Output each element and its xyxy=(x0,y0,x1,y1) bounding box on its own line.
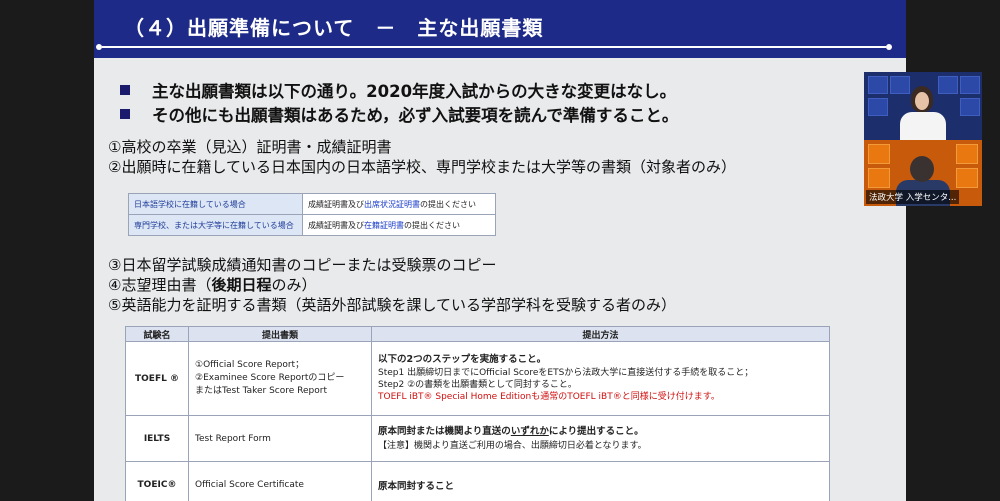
backdrop-tile xyxy=(890,76,910,94)
presentation-slide: （４）出願準備について － 主な出願書類 主な出願書類は以下の通り。2020年度… xyxy=(94,0,906,501)
slide-header: （４）出願準備について － 主な出願書類 xyxy=(94,0,906,58)
cell-text: 成績証明書及び xyxy=(308,220,364,230)
presenter-video-top xyxy=(864,72,982,140)
backdrop-tile xyxy=(956,144,978,164)
bullet-item: 主な出願書類は以下の通り。2020年度入試からの大きな変更はなし。 xyxy=(120,78,678,102)
method-text: により提出すること。 xyxy=(548,425,644,437)
document-item-4: ④志望理由書（後期日程のみ） xyxy=(108,274,316,295)
method-line: 原本同封または機関より直送のいずれかにより提出すること。 xyxy=(378,425,823,439)
method-text: 原本同封または機関より直送の xyxy=(378,425,511,437)
table-header-row: 試験名 提出書類 提出方法 xyxy=(125,326,830,342)
bullet-item: その他にも出願書類はあるため，必ず入試要項を読んで準備すること。 xyxy=(120,102,678,126)
cell-text: の提出ください xyxy=(420,199,476,209)
table-row: 専門学校、または大学等に在籍している場合 成績証明書及び在籍証明書の提出ください xyxy=(128,214,496,236)
backdrop-tile xyxy=(868,76,888,94)
presenter-face xyxy=(915,92,929,110)
document-item-3: ③日本留学試験成績通知書のコピーまたは受験票のコピー xyxy=(108,256,497,274)
cell-text: 成績証明書及び xyxy=(308,199,364,209)
bullet-text: 主な出願書類は以下の通り。2020年度入試からの大きな変更はなし。 xyxy=(152,82,677,101)
backdrop-tile xyxy=(868,168,890,188)
backdrop-tile xyxy=(938,76,958,94)
video-thumbnail[interactable]: 法政大学 入学センタ... xyxy=(864,72,982,206)
backdrop-tile xyxy=(868,98,888,116)
presenter-body xyxy=(900,112,946,140)
table-row: TOEFL ® ①Official Score Report； ②Examine… xyxy=(125,341,830,416)
column-header: 提出書類 xyxy=(188,326,372,342)
exam-method: 以下の2つのステップを実施すること。 Step1 出願締切日までにOfficia… xyxy=(371,341,830,416)
exam-name: IELTS xyxy=(125,415,189,462)
table-row: IELTS Test Report Form 原本同封または機関より直送のいずれ… xyxy=(125,415,830,462)
highlight-text: 在籍証明書 xyxy=(364,220,404,230)
slide-title: （４）出願準備について － 主な出願書類 xyxy=(124,16,544,40)
column-header: 提出方法 xyxy=(371,326,830,342)
table-cell: 成績証明書及び出席状況証明書の提出ください xyxy=(302,193,496,215)
table-cell: 日本語学校に在籍している場合 xyxy=(128,193,303,215)
backdrop-tile xyxy=(960,98,980,116)
exam-method: 原本同封または機関より直送のいずれかにより提出すること。 【注意】機関より直送ご… xyxy=(371,415,830,462)
document-item-1: ①高校の卒業（見込）証明書・成績証明書 xyxy=(108,138,392,156)
document-item-2: ②出願時に在籍している日本国内の日本語学校、専門学校または大学等の書類（対象者の… xyxy=(108,158,737,176)
highlight-text: 出席状況証明書 xyxy=(364,199,420,209)
exam-documents: Official Score Certificate xyxy=(188,461,372,501)
table-row: TOEIC® Official Score Certificate 原本同封する… xyxy=(125,461,830,501)
item-text: ④志望理由書（ xyxy=(108,276,212,294)
doc-line: ①Official Score Report； xyxy=(195,360,305,370)
table-row: 日本語学校に在籍している場合 成績証明書及び出席状況証明書の提出ください xyxy=(128,193,496,215)
item-text: のみ） xyxy=(271,276,317,294)
backdrop-tile xyxy=(956,168,978,188)
doc-line: ②Examinee Score Reportのコピー xyxy=(195,373,345,383)
square-bullet-icon xyxy=(120,109,130,119)
video-caption: 法政大学 入学センタ... xyxy=(866,190,960,204)
bullet-list: 主な出願書類は以下の通り。2020年度入試からの大きな変更はなし。 その他にも出… xyxy=(120,78,678,126)
backdrop-tile xyxy=(960,76,980,94)
column-header: 試験名 xyxy=(125,326,189,342)
table-cell: 成績証明書及び在籍証明書の提出ください xyxy=(302,214,496,236)
method-line: 以下の2つのステップを実施すること。 xyxy=(378,354,547,365)
table-cell: 専門学校、または大学等に在籍している場合 xyxy=(128,214,303,236)
exam-name: TOEIC® xyxy=(125,461,189,501)
method-underlined-text: いずれか xyxy=(510,425,549,437)
school-documents-table: 日本語学校に在籍している場合 成績証明書及び出席状況証明書の提出ください 専門学… xyxy=(128,193,496,236)
backdrop-tile xyxy=(868,144,890,164)
method-line: 【注意】機関より直送ご利用の場合、出願締切日必着となります。 xyxy=(378,440,647,451)
square-bullet-icon xyxy=(120,85,130,95)
document-item-5: ⑤英語能力を証明する書類（英語外部試験を課している学部学科を受験する者のみ） xyxy=(108,296,677,314)
cell-text: の提出ください xyxy=(404,220,460,230)
method-line: Step1 出願締切日までにOfficial ScoreをETSから法政大学に直… xyxy=(378,368,754,378)
item-bold-text: 後期日程 xyxy=(211,276,272,294)
method-line-notice: TOEFL iBT® Special Home Editionも通常のTOEFL… xyxy=(378,392,720,402)
bullet-text: その他にも出願書類はあるため，必ず入試要項を読んで準備すること。 xyxy=(152,106,679,125)
exam-name: TOEFL ® xyxy=(125,341,189,416)
presenter-head xyxy=(910,156,934,182)
method-line: Step2 ②の書類を出願書類として同封すること。 xyxy=(378,380,577,390)
english-exam-table: 試験名 提出書類 提出方法 TOEFL ® ①Official Score Re… xyxy=(125,326,830,501)
doc-line: またはTest Taker Score Report xyxy=(195,386,327,396)
header-divider xyxy=(96,44,892,50)
exam-documents: Test Report Form xyxy=(188,415,372,462)
exam-method: 原本同封すること xyxy=(371,461,830,501)
exam-documents: ①Official Score Report； ②Examinee Score … xyxy=(188,341,372,416)
